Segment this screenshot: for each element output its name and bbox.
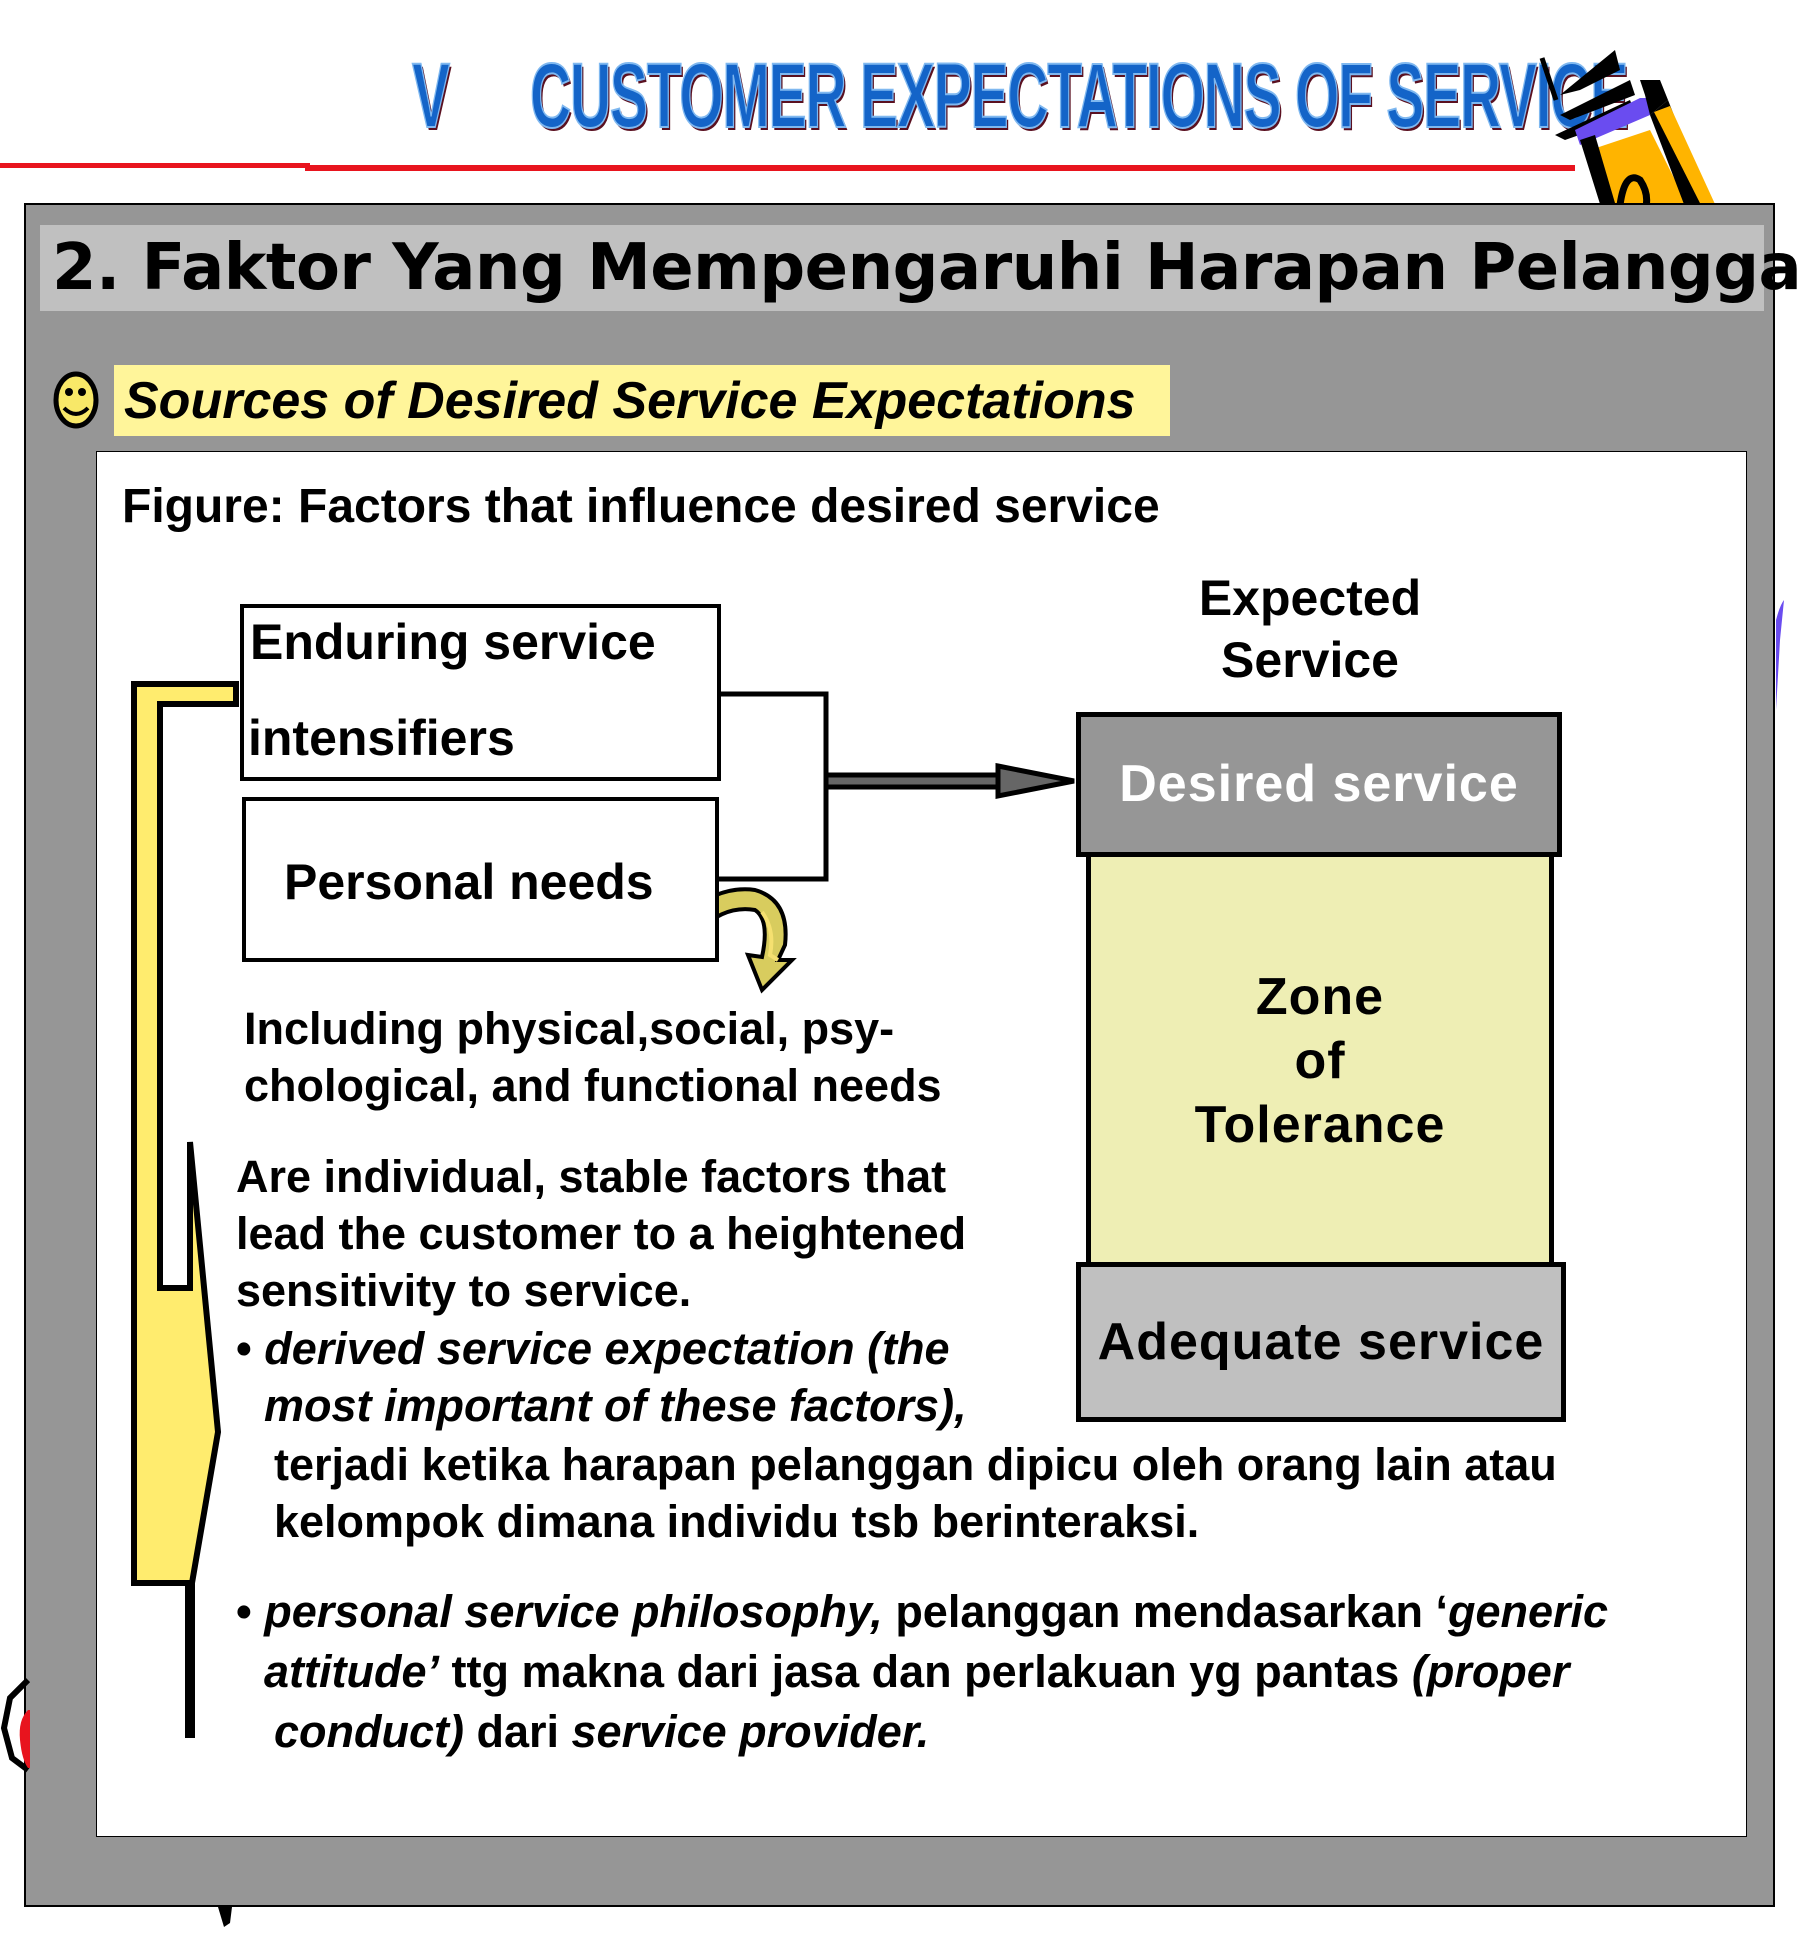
philosophy-text: pelanggan mendasarkan ‘	[882, 1586, 1448, 1637]
decorative-clipart-fragment-icon	[0, 1677, 30, 1773]
enduring-label-line1: Enduring service	[250, 614, 656, 670]
decorative-clipart-fragment-icon	[1776, 600, 1784, 710]
slide-title-text: CUSTOMER EXPECTATIONS OF SERVICE	[529, 45, 1629, 147]
title-rule	[305, 165, 1575, 171]
philosophy-term: conduct)	[274, 1706, 464, 1757]
derived-line2: most important of these factors),	[264, 1380, 967, 1431]
description-line: lead the customer to a heightened	[236, 1208, 967, 1259]
zone-line1: Zone	[1255, 968, 1385, 1026]
section-number: V	[411, 45, 450, 147]
zone-line2: of	[1294, 1032, 1346, 1090]
section-heading: 2. Faktor Yang Mempengaruhi Harapan Pela…	[52, 231, 1800, 305]
detail-line: terjadi ketika harapan pelanggan dipicu …	[274, 1439, 1557, 1490]
zone-line3: Tolerance	[1194, 1096, 1446, 1154]
bullet: •	[236, 1586, 252, 1637]
adequate-service-label: Adequate service	[1097, 1313, 1545, 1371]
personal-needs-label: Personal needs	[284, 854, 654, 910]
zone-of-tolerance-label: Zone of Tolerance	[1086, 965, 1554, 1157]
philosophy-term: personal service philosophy,	[264, 1586, 883, 1637]
description-line: sensitivity to service.	[236, 1265, 692, 1316]
philosophy-term: service provider.	[571, 1706, 930, 1757]
figure-caption: Figure: Factors that influence desired s…	[122, 480, 1160, 533]
philosophy-text: dari	[463, 1706, 572, 1757]
personal-needs-note: Including physical,social, psy- chologic…	[244, 1000, 942, 1114]
decorative-clipart-fragment-icon	[218, 1907, 232, 1927]
enduring-label-line2: intensifiers	[248, 710, 515, 766]
personal-philosophy-bullet: • personal service philosophy, pelanggan…	[236, 1582, 1608, 1762]
smiley-icon	[53, 371, 99, 429]
philosophy-term: generic	[1448, 1586, 1609, 1637]
derived-expectation-detail: terjadi ketika harapan pelanggan dipicu …	[274, 1436, 1557, 1550]
expected-service-label: Expected Service	[1150, 567, 1470, 691]
note-line: chological, and functional needs	[244, 1060, 942, 1111]
intensifiers-description: Are individual, stable factors that lead…	[236, 1148, 966, 1319]
pencil-clipart-icon	[1539, 50, 1716, 205]
philosophy-term: (proper	[1411, 1646, 1570, 1697]
bullet: •	[236, 1323, 252, 1374]
derived-line1: derived service expectation (the	[264, 1323, 950, 1374]
subheading: Sources of Desired Service Expectations	[124, 372, 1136, 430]
note-line: Including physical,social, psy-	[244, 1003, 895, 1054]
expected-label-line2: Service	[1221, 632, 1399, 688]
title-rule-left	[0, 163, 310, 168]
description-line: Are individual, stable factors that	[236, 1151, 947, 1202]
desired-service-label: Desired service	[1119, 755, 1519, 813]
philosophy-term: attitude’	[264, 1646, 439, 1697]
expected-label-line1: Expected	[1198, 570, 1422, 626]
philosophy-text: ttg makna dari jasa dan perlakuan yg pan…	[439, 1646, 1412, 1697]
derived-expectation-bullet: • derived service expectation (the most …	[236, 1320, 967, 1434]
detail-line: kelompok dimana individu tsb berinteraks…	[274, 1496, 1200, 1547]
